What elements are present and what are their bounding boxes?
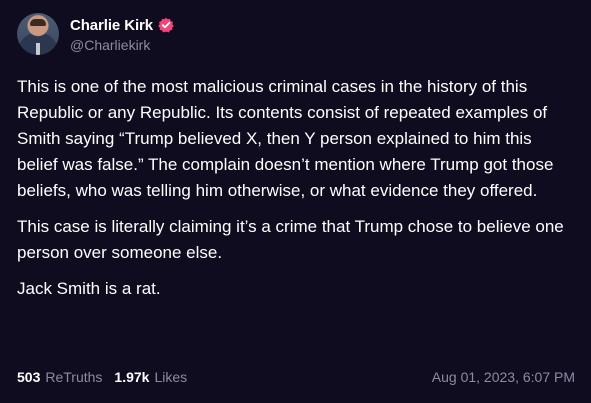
verified-badge-icon — [158, 17, 174, 33]
post-footer: 503 ReTruths 1.97k Likes Aug 01, 2023, 6… — [17, 369, 575, 385]
avatar-tie — [36, 43, 40, 55]
retruths-stat[interactable]: 503 ReTruths — [17, 369, 102, 385]
likes-stat[interactable]: 1.97k Likes — [114, 369, 187, 385]
truth-post: Charlie Kirk @Charliekirk This is one of… — [0, 0, 591, 403]
post-paragraph: This is one of the most malicious crimin… — [17, 77, 554, 200]
retruths-label: ReTruths — [45, 369, 103, 385]
post-timestamp[interactable]: Aug 01, 2023, 6:07 PM — [432, 369, 575, 385]
avatar-hair — [30, 19, 46, 26]
post-paragraph: This case is literally claiming it’s a c… — [17, 217, 564, 262]
name-row: Charlie Kirk — [70, 15, 174, 35]
author-handle[interactable]: @Charliekirk — [70, 37, 174, 53]
post-header: Charlie Kirk @Charliekirk — [17, 11, 575, 57]
likes-count: 1.97k — [114, 369, 150, 385]
avatar[interactable] — [17, 13, 59, 55]
author-display-name[interactable]: Charlie Kirk — [70, 17, 153, 34]
author-identity: Charlie Kirk @Charliekirk — [70, 15, 174, 53]
post-paragraph: Jack Smith is a rat. — [17, 279, 161, 298]
post-content: This is one of the most malicious crimin… — [17, 74, 575, 302]
retruths-count: 503 — [17, 369, 41, 385]
likes-label: Likes — [154, 369, 188, 385]
